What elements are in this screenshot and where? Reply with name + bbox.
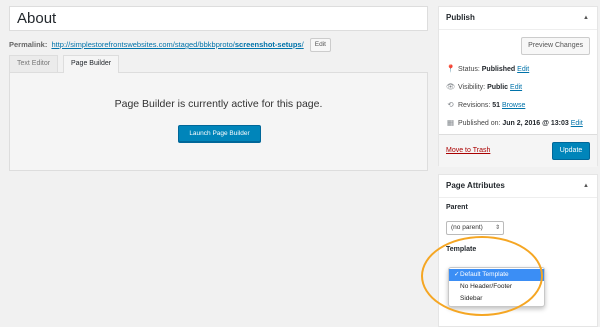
- publish-box-header[interactable]: Publish ▲: [439, 7, 597, 30]
- status-row: 📍 Status: Published Edit: [446, 64, 530, 73]
- move-to-trash-link[interactable]: Move to Trash: [446, 147, 490, 154]
- status-value: Published: [481, 66, 516, 73]
- permalink-label: Permalink:: [9, 39, 48, 49]
- parent-select[interactable]: (no parent) ⇕: [446, 221, 504, 235]
- pin-icon: 📍: [446, 64, 456, 73]
- builder-active-message: Page Builder is currently active for thi…: [114, 98, 323, 110]
- template-option[interactable]: Sidebar: [449, 293, 544, 305]
- template-dropdown-menu[interactable]: ✓Default Template No Header/Footer Sideb…: [448, 267, 545, 307]
- publish-title: Publish: [446, 13, 475, 22]
- permalink-edit-button[interactable]: Edit: [309, 38, 331, 52]
- eye-icon: 👁: [446, 82, 456, 91]
- update-button[interactable]: Update: [552, 142, 590, 160]
- revisions-count: 51: [492, 102, 501, 109]
- parent-select-value: (no parent): [451, 224, 483, 231]
- revisions-row: ⟲ Revisions: 51 Browse: [447, 100, 526, 109]
- visibility-row: 👁 Visibility: Public Edit: [446, 82, 523, 91]
- template-option[interactable]: ✓Default Template: [449, 269, 544, 281]
- tab-text-editor[interactable]: Text Editor: [9, 55, 59, 72]
- calendar-icon: ▦: [446, 118, 455, 127]
- publish-actions: Move to Trash Update: [439, 134, 597, 167]
- collapse-icon[interactable]: ▲: [583, 7, 589, 29]
- visibility-value: Public: [487, 84, 509, 91]
- permalink-slug: screenshot-setups: [234, 39, 302, 49]
- page-builder-panel: Page Builder is currently active for thi…: [9, 72, 428, 171]
- visibility-edit-link[interactable]: Edit: [510, 84, 522, 91]
- template-option[interactable]: No Header/Footer: [449, 281, 544, 293]
- template-label: Template: [446, 246, 477, 253]
- collapse-icon[interactable]: ▲: [583, 175, 589, 197]
- published-edit-link[interactable]: Edit: [571, 120, 583, 127]
- revisions-browse-link[interactable]: Browse: [502, 102, 525, 109]
- permalink-row: Permalink: http://simplestorefrontswebsi…: [9, 38, 331, 52]
- title-input[interactable]: About: [9, 6, 428, 31]
- published-date: Jun 2, 2016 @ 13:03: [502, 120, 569, 127]
- publish-box: Publish ▲ Preview Changes 📍 Status: Publi…: [438, 6, 598, 167]
- preview-changes-button[interactable]: Preview Changes: [521, 37, 590, 55]
- launch-page-builder-button[interactable]: Launch Page Builder: [178, 125, 261, 142]
- history-icon: ⟲: [447, 100, 454, 109]
- published-date-row: ▦ Published on: Jun 2, 2016 @ 13:03 Edit: [446, 118, 583, 127]
- parent-label: Parent: [446, 204, 468, 211]
- page-attributes-title: Page Attributes: [446, 181, 505, 190]
- permalink-link[interactable]: http://simplestorefrontswebsites.com/sta…: [51, 40, 303, 49]
- status-edit-link[interactable]: Edit: [517, 66, 529, 73]
- tab-page-builder[interactable]: Page Builder: [63, 55, 120, 73]
- page-attributes-header[interactable]: Page Attributes ▲: [439, 175, 597, 198]
- select-arrows-icon: ⇕: [494, 225, 500, 231]
